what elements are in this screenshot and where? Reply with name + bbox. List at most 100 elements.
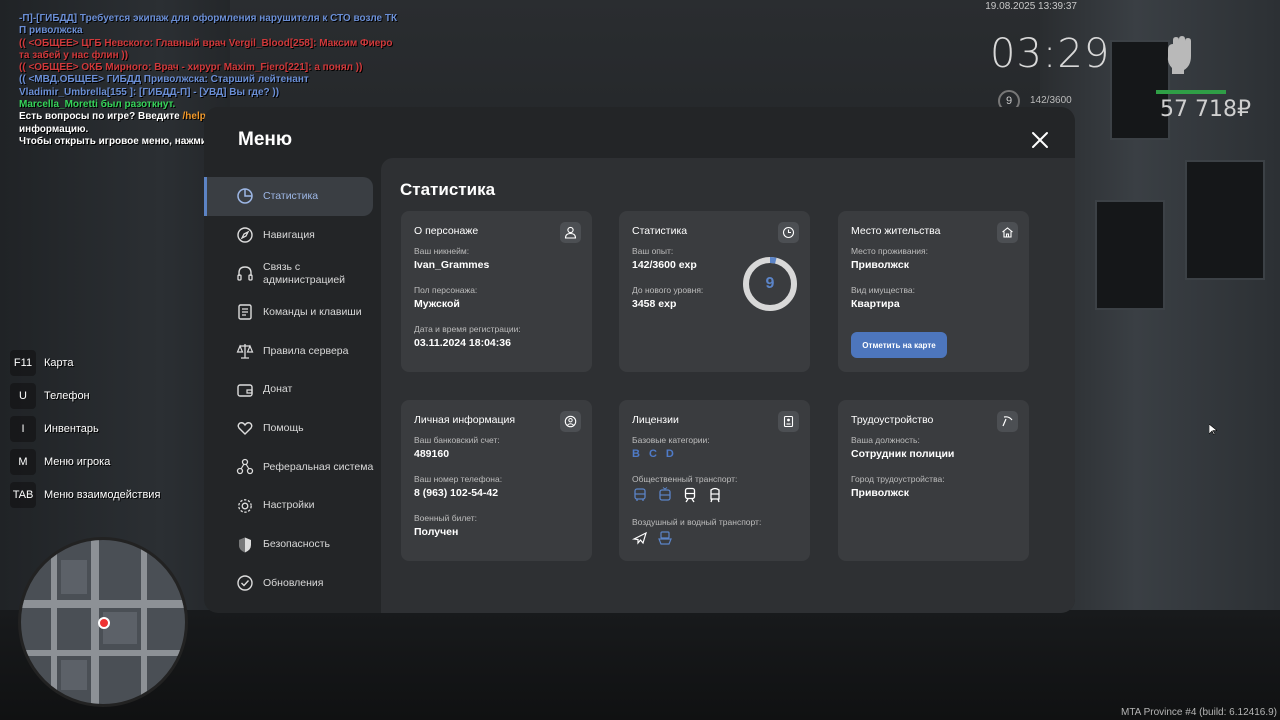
keybind-label: Телефон	[44, 389, 90, 402]
user-circle-icon	[564, 415, 577, 428]
chat-line: -П]-[ГИБДД] Требуется экипаж для оформле…	[19, 13, 398, 37]
card-title: Место жительства	[851, 225, 941, 237]
keybind-label: Меню игрока	[44, 455, 111, 468]
card-title: О персонаже	[414, 225, 479, 237]
check-circle-icon	[237, 575, 253, 591]
job-city-value: Приволжск	[851, 487, 909, 499]
sidebar-item-donate[interactable]: Донат	[204, 370, 382, 409]
keybind-label: Карта	[44, 356, 74, 369]
keybind-row: TAB Меню взаимодействия	[10, 478, 160, 511]
license-categories: B C D	[632, 448, 797, 460]
sidebar-item-updates[interactable]: Обновления	[204, 564, 382, 603]
property-type-value: Квартира	[851, 298, 900, 310]
sidebar-item-label: Связь с администрацией	[263, 260, 346, 286]
field-label: Ваш никнейм:	[414, 246, 470, 256]
field-label: Военный билет:	[414, 513, 478, 523]
phone-number-value: 8 (963) 102-54-42	[414, 487, 499, 499]
trolleybus-icon	[659, 487, 671, 501]
keybind-row: F11 Карта	[10, 346, 160, 379]
keybind-row: U Телефон	[10, 379, 160, 412]
sidebar-item-label: Обновления	[263, 576, 324, 589]
sidebar-item-label: Реферальная система	[263, 460, 374, 473]
residence-city-value: Приволжск	[851, 259, 909, 271]
sidebar-item-admin-contact[interactable]: Связь с администрацией	[204, 254, 382, 293]
minimap-road	[51, 540, 57, 704]
sidebar-item-settings[interactable]: Настройки	[204, 487, 382, 526]
keybind-label: Инвентарь	[44, 422, 99, 435]
card-title: Личная информация	[414, 414, 516, 426]
card-title: Статистика	[632, 225, 688, 237]
headset-icon	[237, 266, 253, 281]
mark-on-map-button[interactable]: Отметить на карте	[851, 332, 947, 358]
level-number: 9	[765, 275, 775, 292]
job-position-value: Сотрудник полиции	[851, 448, 955, 460]
field-label: Ваш номер телефона:	[414, 474, 503, 484]
hud-date: 19.08.2025 13:39:37	[985, 1, 1077, 12]
gender-value: Мужской	[414, 298, 460, 310]
card-icon-box	[560, 222, 581, 243]
network-icon	[236, 459, 254, 475]
card-icon-box	[997, 411, 1018, 432]
content-title: Статистика	[400, 180, 496, 199]
key-badge: I	[10, 415, 36, 442]
shield-icon	[239, 537, 251, 553]
sidebar-item-navigation[interactable]: Навигация	[204, 216, 382, 255]
license-category: B	[632, 448, 640, 460]
field-label: Воздушный и водный транспорт:	[632, 517, 762, 527]
train-icon	[684, 487, 696, 503]
building-window	[1185, 160, 1265, 280]
clock-icon	[782, 226, 795, 239]
sidebar-item-commands[interactable]: Команды и клавиши	[204, 293, 382, 332]
key-badge: TAB	[10, 481, 36, 508]
document-icon	[238, 304, 252, 321]
license-category: C	[648, 448, 657, 460]
chat-line: (( <МВД.ОБЩЕЕ> ГИБДД Приволжска: Старший…	[19, 74, 309, 98]
field-label: Дата и время регистрации:	[414, 324, 521, 334]
sidebar-item-referral[interactable]: Реферальная система	[204, 448, 382, 487]
hud-money: 57 718₽	[1160, 97, 1251, 122]
sidebar-item-stats[interactable]: Статистика	[204, 177, 373, 216]
card-icon-box	[778, 222, 799, 243]
wallet-icon	[237, 384, 253, 397]
build-version: MTA Province #4 (build: 6.12416.9)	[1120, 707, 1277, 718]
building-window	[1095, 200, 1165, 310]
field-label: Пол персонажа:	[414, 285, 478, 295]
key-badge: U	[10, 382, 36, 409]
menu-sidebar: Статистика Навигация Связь с администрац…	[204, 177, 382, 603]
plane-icon	[632, 531, 647, 545]
nickname-value: Ivan_Grammes	[414, 259, 490, 271]
minimap-block	[103, 612, 137, 644]
sidebar-item-security[interactable]: Безопасность	[204, 525, 382, 564]
mouse-cursor-icon	[1209, 424, 1217, 435]
boat-icon	[658, 531, 672, 545]
sidebar-item-rules[interactable]: Правила сервера	[204, 332, 382, 371]
minimap-block	[61, 660, 87, 690]
field-label: Базовые категории:	[632, 435, 710, 445]
street-ground	[0, 610, 1280, 720]
menu-title: Меню	[238, 129, 293, 150]
sidebar-item-help[interactable]: Помощь	[204, 409, 382, 448]
sidebar-item-label: Настройки	[263, 499, 315, 512]
sidebar-item-label: Команды и клавиши	[263, 305, 362, 318]
card-title: Трудоустройство	[851, 414, 934, 426]
stats-content: Статистика О персонаже Ваш никнейм: Ivan…	[381, 158, 1075, 613]
fist-weapon-icon	[1167, 36, 1191, 74]
air-water-licenses	[632, 530, 797, 546]
field-label: Ваш опыт:	[632, 246, 674, 256]
employment-card: Трудоустройство Ваша должность: Сотрудни…	[838, 400, 1029, 561]
close-icon[interactable]	[1030, 130, 1050, 150]
minimap-block	[61, 560, 87, 594]
public-transport-licenses	[632, 487, 797, 503]
game-menu-modal: Меню Статистика Навигация Связь с админи…	[204, 107, 1075, 613]
sidebar-item-label: Помощь	[263, 421, 304, 434]
minimap-player-marker	[98, 617, 110, 629]
chat-text: Есть вопросы по игре? Введите	[19, 111, 183, 123]
field-label: Город трудоустройства:	[851, 474, 945, 484]
keybind-label: Меню взаимодействия	[44, 488, 161, 501]
sidebar-item-label: Безопасность	[263, 538, 330, 551]
personal-info-card: Личная информация Ваш банковский счет: 4…	[401, 400, 592, 561]
military-id-value: Получен	[414, 526, 459, 538]
minimap-road	[141, 540, 147, 704]
minimap-road	[21, 650, 185, 656]
minimap-road	[21, 600, 185, 608]
